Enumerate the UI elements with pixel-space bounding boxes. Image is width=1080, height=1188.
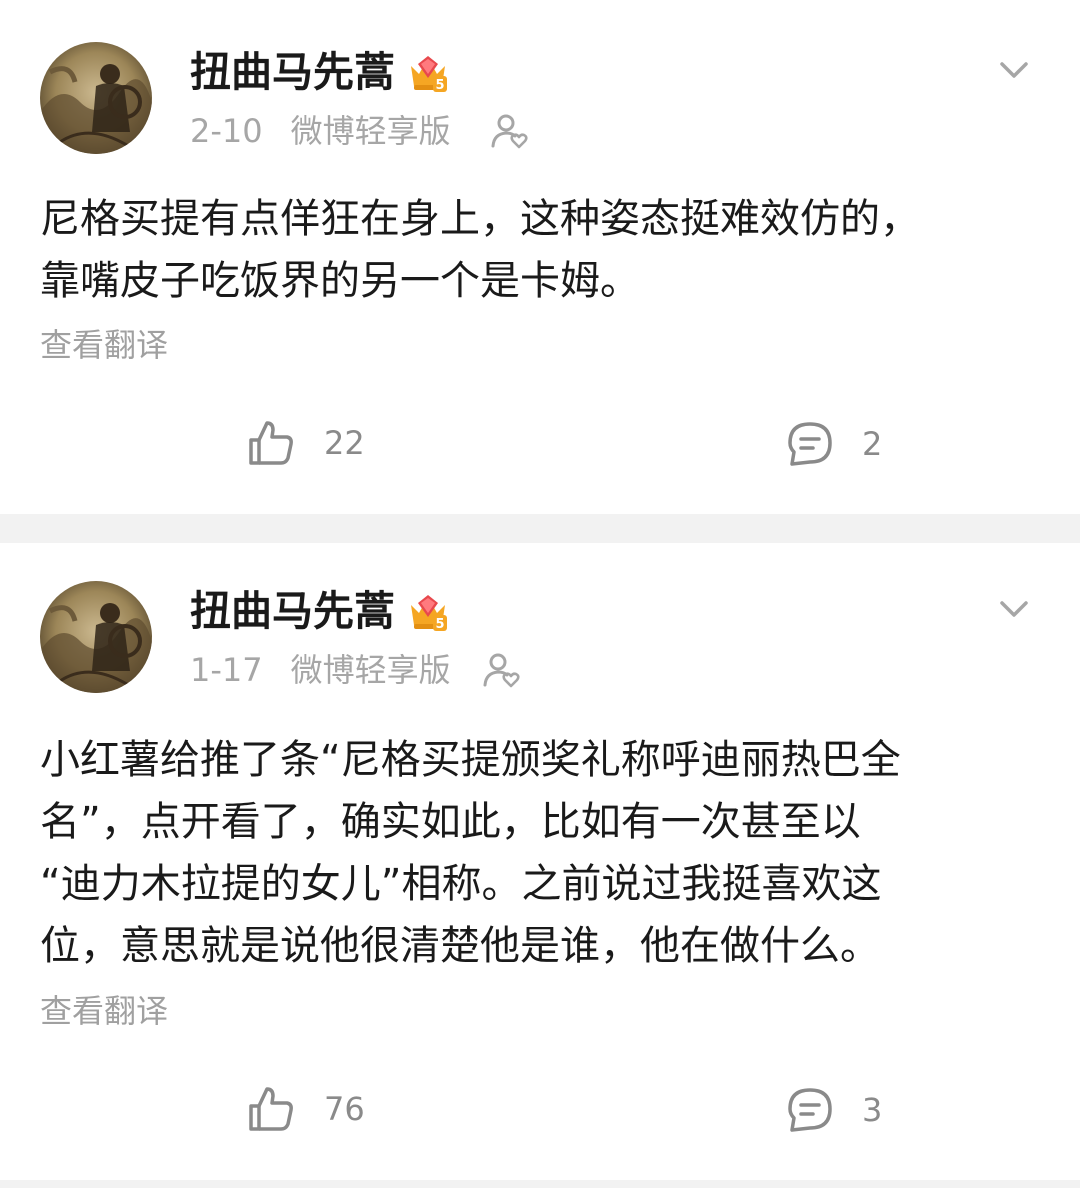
post-date: 1-17 [190,651,263,689]
friend-visible-icon [491,114,528,149]
avatar[interactable] [40,42,152,154]
post-content: 尼格买提有点佯狂在身上，这种姿态挺难效仿的， 靠嘴皮子吃饭界的另一个是卡姆。 [40,196,920,304]
like-button[interactable]: 76 [246,1084,365,1134]
comment-bubble-icon [788,1088,832,1132]
post-date: 2-10 [190,112,263,150]
post-source[interactable]: 微博轻享版 [291,112,451,150]
thumbs-up-icon [249,421,293,465]
translate-link[interactable]: 查看翻译 [40,325,168,365]
post-source[interactable]: 微博轻享版 [291,651,451,689]
comment-count: 3 [862,1091,883,1129]
post-card[interactable]: 扭曲马先蒿 5 1-17 微博轻享版 小红薯给推了条“尼格买提颁奖礼称呼迪丽热巴全… [0,543,1080,1180]
friend-visible-icon [483,653,520,688]
comment-bubble-icon [788,422,832,466]
thumbs-up-icon [249,1087,293,1131]
chevron-down-icon[interactable] [996,52,1032,88]
vip-level-label: 5 [435,78,444,93]
avatar[interactable] [40,581,152,693]
like-count: 22 [324,424,365,462]
post-meta: 1-17 微博轻享版 [190,650,451,690]
chevron-down-icon[interactable] [996,591,1032,627]
comment-button[interactable]: 3 [786,1086,882,1134]
translate-link[interactable]: 查看翻译 [40,991,168,1031]
like-count: 76 [324,1090,365,1128]
post-content: 小红薯给推了条“尼格买提颁奖礼称呼迪丽热巴全 名”，点开看了，确实如此，比如有一… [40,737,901,969]
comment-count: 2 [862,425,883,463]
post-card[interactable]: 扭曲马先蒿 5 2-10 微博轻享版 尼格买提有点佯狂在身上，这种姿态挺难效仿的，… [0,0,1080,514]
like-button[interactable]: 22 [246,418,365,468]
username[interactable]: 扭曲马先蒿 [190,587,395,635]
vip-crown-badge-icon[interactable]: 5 [406,591,450,635]
vip-crown-badge-icon[interactable]: 5 [406,52,450,96]
post-meta: 2-10 微博轻享版 [190,111,451,151]
vip-level-label: 5 [435,617,444,632]
username[interactable]: 扭曲马先蒿 [190,48,395,96]
comment-button[interactable]: 2 [786,420,882,468]
